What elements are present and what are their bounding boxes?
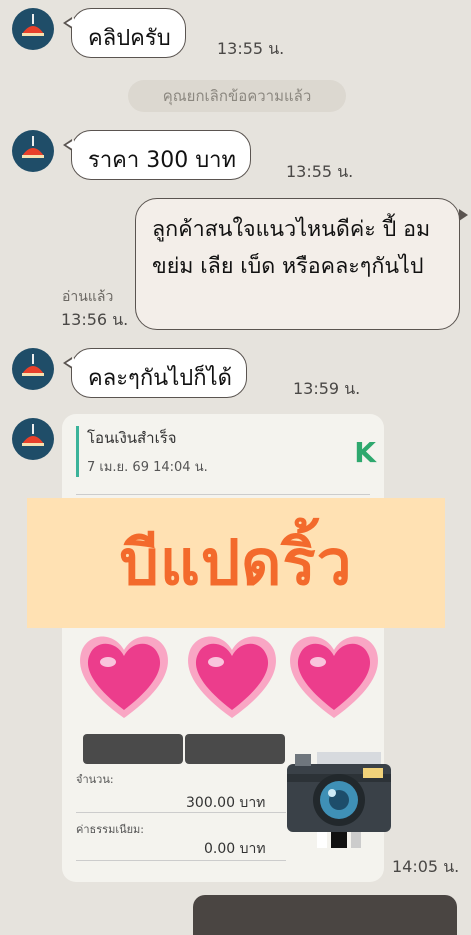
system-notice: คุณยกเลิกข้อความแล้ว [128,80,346,112]
fee-label: ค่าธรรมเนียม: [76,823,144,836]
amount-label: จำนวน: [76,773,114,786]
red-lamp-icon [22,424,44,446]
message-text: คลิปครับ [88,26,171,51]
message-time: 13:55 น. [217,39,285,58]
fee-value: 0.00 บาท [204,841,266,857]
message-bubble[interactable]: คละๆกันไปก็ได้ [63,348,247,398]
message-time: 13:59 น. [293,379,361,398]
message-time: 13:56 น. [61,310,129,329]
heart-icon [80,636,168,718]
photo-thumbnail[interactable] [193,895,457,935]
camera-icon [287,752,391,848]
red-lamp-icon [22,14,44,36]
message-bubble[interactable]: ราคา 300 บาท [62,130,252,180]
contact-avatar[interactable] [12,130,54,172]
message-text: ราคา 300 บาท [88,148,237,173]
divider [76,860,286,861]
contact-avatar[interactable] [12,8,54,50]
slip-date: 7 เม.ย. 69 14:04 น. [87,460,208,475]
message-bubble[interactable]: ลูกค้าสนใจแนวไหนดีค่ะ ปี้ อม ขย่ม เลีย เ… [135,198,468,330]
contact-avatar[interactable] [12,348,54,390]
redaction-bar [185,734,285,764]
divider [76,494,370,495]
amount-value: 300.00 บาท [186,795,266,811]
promo-text: บีแปดริ้ว [119,526,353,599]
redaction-bar [83,734,183,764]
slip-title: โอนเงินสำเร็จ [87,429,177,447]
heart-icon [188,636,276,718]
message-text: คละๆกันไปก็ได้ [88,366,232,391]
red-lamp-icon [22,354,44,376]
slip-header: โอนเงินสำเร็จ 7 เม.ย. 69 14:04 น. [76,426,208,477]
divider [76,812,286,813]
promo-sticker: บีแปดริ้ว [27,498,445,628]
bank-logo-text: K [354,436,376,469]
message-text: ลูกค้าสนใจแนวไหนดีค่ะ ปี้ อม ขย่ม เลีย เ… [152,217,431,279]
message-bubble[interactable]: คลิปครับ [63,8,186,58]
contact-avatar[interactable] [12,418,54,460]
bank-logo: K [354,436,376,469]
message-time: 14:05 น. [392,857,460,876]
red-lamp-icon [22,136,44,158]
message-time: 13:55 น. [286,162,354,181]
read-status: อ่านแล้ว [62,289,114,305]
heart-icon [290,636,378,718]
